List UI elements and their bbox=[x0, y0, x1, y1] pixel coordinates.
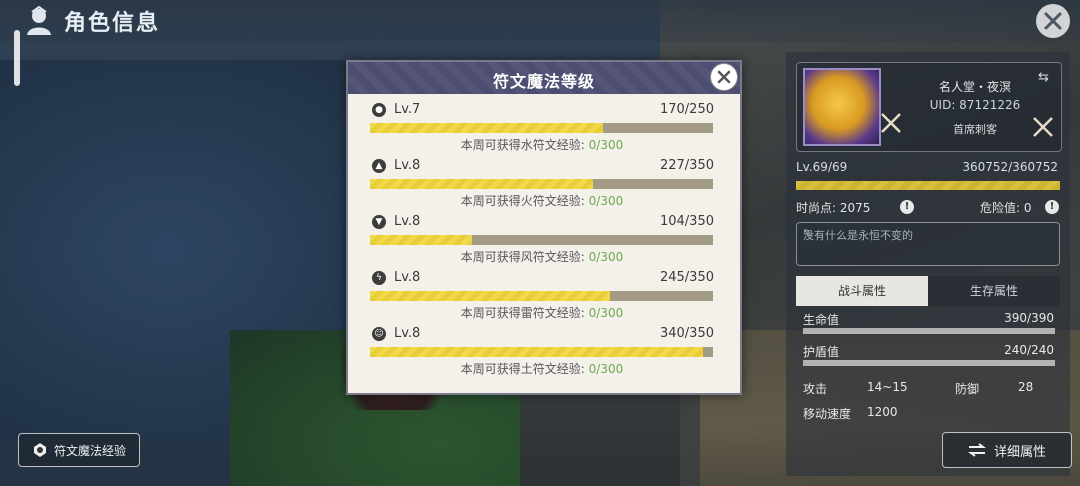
avatar[interactable] bbox=[803, 68, 881, 146]
character-icon bbox=[27, 6, 51, 35]
rune-xp-bar bbox=[370, 347, 713, 357]
detail-attributes-button[interactable]: 详细属性 bbox=[942, 432, 1072, 468]
rune-level: Lv.8 bbox=[394, 214, 421, 229]
fashion-points: 时尚点: 2075 bbox=[796, 201, 871, 215]
info-icon[interactable]: ! bbox=[1045, 200, 1059, 214]
shield-bar bbox=[803, 360, 1055, 366]
player-name: 名人堂・夜溟 bbox=[938, 80, 1011, 94]
page-title: 角色信息 bbox=[64, 11, 161, 36]
top-bar: 角色信息 bbox=[0, 0, 1080, 42]
rune-row-wind: ▼ Lv.8 104/350 本周可获得风符文经验: 0/300 bbox=[370, 214, 714, 270]
attack-value: 14~15 bbox=[867, 380, 908, 394]
attack-label: 攻击 bbox=[803, 382, 828, 396]
scrollbar[interactable] bbox=[14, 30, 20, 86]
weekly-xp-text: 本周可获得火符文经验: 0/300 bbox=[460, 194, 624, 208]
shield-value: 240/240 bbox=[1004, 343, 1054, 357]
life-label: 生命值 bbox=[803, 313, 840, 327]
wind-icon: ▼ bbox=[372, 215, 386, 229]
detail-attributes-label: 详细属性 bbox=[993, 444, 1046, 460]
rune-xp-fill bbox=[370, 347, 704, 357]
earth-icon: ☺ bbox=[372, 327, 386, 341]
dialog-header: 符文魔法等级 bbox=[348, 62, 740, 94]
tab-survival-stats[interactable]: 生存属性 bbox=[928, 276, 1060, 306]
swap-arrows-icon bbox=[967, 443, 986, 457]
water-drop-icon: ● bbox=[372, 103, 386, 117]
weekly-xp-text: 本周可获得雷符文经验: 0/300 bbox=[460, 306, 624, 320]
motto-field[interactable]: 没有什么是永恒不变的 ✎ bbox=[796, 222, 1060, 266]
defense-value: 28 bbox=[1018, 380, 1034, 394]
rune-xp: 104/350 bbox=[659, 214, 714, 229]
defense-label: 防御 bbox=[955, 382, 980, 396]
player-title: 首席刺客 bbox=[953, 123, 997, 136]
weekly-xp-value: 0/300 bbox=[588, 194, 624, 208]
thunder-icon: ϟ bbox=[372, 271, 386, 285]
weekly-xp-value: 0/300 bbox=[588, 306, 624, 320]
rune-xp-bar bbox=[370, 291, 713, 301]
rune-xp: 170/250 bbox=[659, 102, 714, 117]
close-icon bbox=[717, 70, 731, 84]
rune-xp-fill bbox=[370, 179, 593, 189]
edit-icon: ✎ bbox=[803, 227, 813, 240]
rune-row-fire: ▲ Lv.8 227/350 本周可获得火符文经验: 0/300 bbox=[370, 158, 714, 214]
rune-row-earth: ☺ Lv.8 340/350 本周可获得土符文经验: 0/300 bbox=[370, 326, 714, 382]
speed-label: 移动速度 bbox=[803, 407, 852, 421]
close-page-button[interactable] bbox=[1036, 4, 1070, 38]
rune-icon bbox=[33, 443, 46, 457]
rune-level: Lv.8 bbox=[394, 326, 421, 341]
weekly-xp-value: 0/300 bbox=[588, 138, 624, 152]
rune-xp: 245/350 bbox=[659, 270, 714, 285]
dialog-close-button[interactable] bbox=[710, 63, 738, 91]
weekly-xp-text: 本周可获得土符文经验: 0/300 bbox=[460, 362, 624, 376]
hp-text: 360752/360752 bbox=[962, 160, 1058, 174]
swap-icon[interactable]: ⇆ bbox=[1038, 70, 1049, 85]
rune-level: Lv.7 bbox=[394, 102, 421, 117]
rune-level: Lv.8 bbox=[394, 270, 421, 285]
dialog-title: 符文魔法等级 bbox=[492, 72, 595, 91]
rune-xp: 227/350 bbox=[659, 158, 714, 173]
weekly-xp-text: 本周可获得风符文经验: 0/300 bbox=[460, 250, 624, 264]
life-bar bbox=[803, 328, 1055, 334]
level-text: Lv.69/69 bbox=[796, 160, 848, 174]
info-icon[interactable]: ! bbox=[900, 200, 914, 214]
weekly-xp-text: 本周可获得水符文经验: 0/300 bbox=[460, 138, 624, 152]
rune-xp-bar bbox=[370, 179, 713, 189]
rune-level: Lv.8 bbox=[394, 158, 421, 173]
player-uid: UID: 87121226 bbox=[929, 98, 1021, 112]
rune-row-water: ● Lv.7 170/250 本周可获得水符文经验: 0/300 bbox=[370, 102, 714, 158]
rune-xp-bar bbox=[370, 235, 713, 245]
rune-xp-fill bbox=[370, 123, 604, 133]
rune-row-thunder: ϟ Lv.8 245/350 本周可获得雷符文经验: 0/300 bbox=[370, 270, 714, 326]
rune-magic-xp-label: 符文魔法经验 bbox=[53, 443, 126, 458]
fire-icon: ▲ bbox=[372, 159, 386, 173]
close-icon bbox=[1044, 12, 1062, 30]
rune-magic-xp-button[interactable]: 符文魔法经验 bbox=[18, 433, 140, 467]
weekly-xp-value: 0/300 bbox=[588, 362, 624, 376]
rune-xp: 340/350 bbox=[659, 326, 714, 341]
level-bar-fill bbox=[796, 181, 1060, 190]
crossed-swords-icon bbox=[881, 113, 901, 133]
weekly-xp-value: 0/300 bbox=[588, 250, 624, 264]
rune-xp-fill bbox=[370, 291, 611, 301]
rune-xp-bar bbox=[370, 123, 713, 133]
shield-label: 护盾值 bbox=[803, 345, 840, 359]
danger-value: 危险值: 0 bbox=[980, 201, 1032, 215]
tab-combat-stats[interactable]: 战斗属性 bbox=[796, 276, 928, 306]
life-value: 390/390 bbox=[1004, 311, 1054, 325]
rune-xp-fill bbox=[370, 235, 472, 245]
speed-value: 1200 bbox=[867, 405, 898, 419]
level-bar bbox=[796, 181, 1060, 190]
